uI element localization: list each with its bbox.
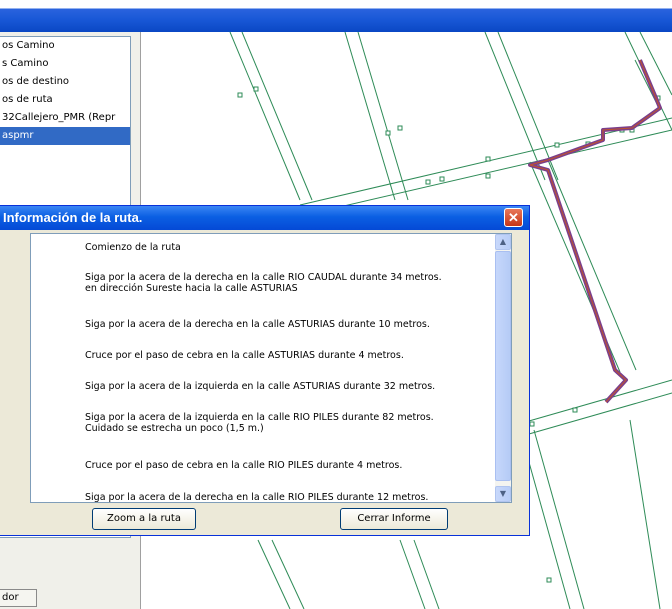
instruction-item: Siga por la acera de la izquierda en la … bbox=[85, 381, 436, 392]
vertical-scrollbar[interactable]: ▲ ▼ bbox=[495, 234, 511, 502]
route-info-dialog: Información de la ruta. ✕ Comienzo de la… bbox=[0, 205, 530, 536]
instruction-item: Siga por la acera de la derecha en la ca… bbox=[85, 272, 442, 294]
layer-item[interactable]: s Camino bbox=[0, 55, 130, 73]
dialog-title: Información de la ruta. bbox=[3, 210, 143, 225]
panel-tab[interactable]: dor bbox=[0, 589, 37, 607]
instruction-item: Cruce por el paso de cebra en la calle A… bbox=[85, 350, 404, 361]
close-report-button[interactable]: Cerrar Informe bbox=[340, 508, 448, 530]
instruction-item: Comienzo de la ruta bbox=[85, 242, 181, 253]
instruction-item: Siga por la acera de la derecha en la ca… bbox=[85, 319, 430, 330]
instructions-box: Comienzo de la ruta Siga por la acera de… bbox=[30, 233, 512, 503]
layer-item[interactable]: os de ruta bbox=[0, 91, 130, 109]
instruction-item: Siga por la acera de la izquierda en la … bbox=[85, 412, 434, 434]
layer-item[interactable]: os de destino bbox=[0, 73, 130, 91]
app-title-bar bbox=[0, 0, 672, 32]
scrollbar-thumb[interactable] bbox=[495, 251, 511, 481]
layer-item-selected[interactable]: aspmr bbox=[0, 127, 130, 145]
chevron-up-icon[interactable]: ▲ bbox=[495, 234, 511, 250]
instruction-item: Siga por la acera de la derecha en la ca… bbox=[85, 492, 429, 502]
chevron-down-icon[interactable]: ▼ bbox=[495, 486, 511, 502]
layer-item[interactable]: 32Callejero_PMR (Repr bbox=[0, 109, 130, 127]
layer-item[interactable]: os Camino bbox=[0, 37, 130, 55]
instruction-item: Cruce por el paso de cebra en la calle R… bbox=[85, 460, 403, 471]
route-path bbox=[528, 59, 662, 404]
close-icon[interactable]: ✕ bbox=[504, 208, 523, 227]
instructions-list: Comienzo de la ruta Siga por la acera de… bbox=[31, 234, 493, 502]
zoom-to-route-button[interactable]: Zoom a la ruta bbox=[92, 508, 196, 530]
dialog-title-bar[interactable]: Información de la ruta. ✕ bbox=[0, 206, 529, 230]
